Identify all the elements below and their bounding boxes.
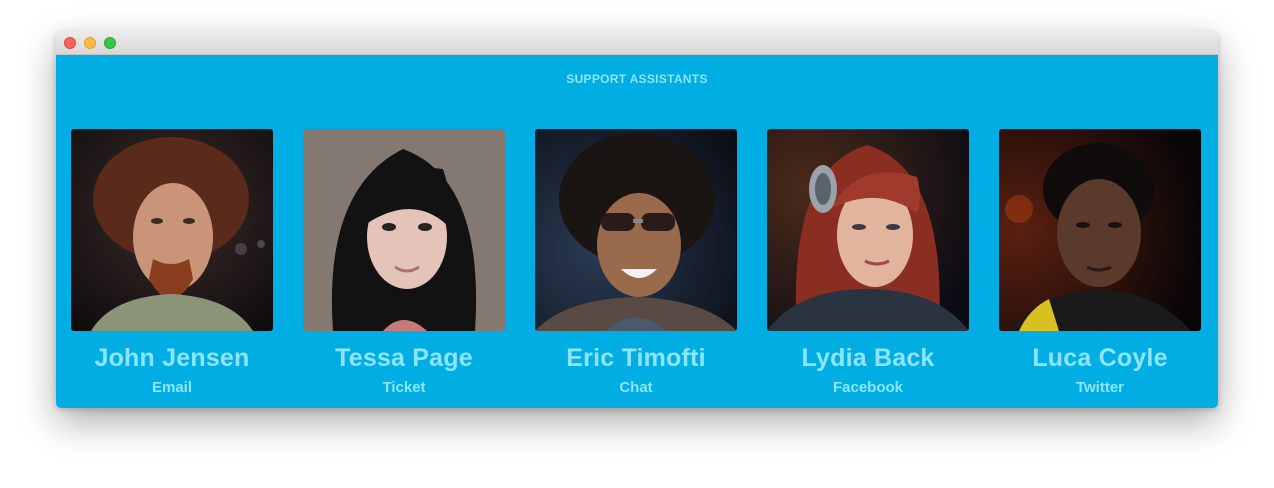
section-title: SUPPORT ASSISTANTS xyxy=(566,72,708,86)
close-icon[interactable] xyxy=(64,37,76,49)
assistant-photo xyxy=(303,129,505,331)
maximize-icon[interactable] xyxy=(104,37,116,49)
assistant-channel: Facebook xyxy=(832,379,904,396)
assistant-photo xyxy=(71,129,273,331)
assistant-photo xyxy=(999,129,1201,331)
minimize-icon[interactable] xyxy=(84,37,96,49)
assistant-name: Lydia Back xyxy=(801,344,935,372)
assistant-channel: Ticket xyxy=(382,379,426,396)
assistant-name: John Jensen xyxy=(94,344,250,372)
title-bar xyxy=(56,31,1218,55)
assistant-card[interactable]: Luca Coyle Twitter xyxy=(999,129,1201,396)
assistant-channel: Chat xyxy=(619,379,653,396)
assistant-photo xyxy=(535,129,737,331)
assistant-name: Luca Coyle xyxy=(1032,344,1168,372)
assistant-name: Tessa Page xyxy=(335,344,473,372)
assistant-card[interactable]: John Jensen Email xyxy=(71,129,273,396)
assistant-card[interactable]: Tessa Page Ticket xyxy=(303,129,505,396)
assistant-card[interactable]: Eric Timofti Chat xyxy=(535,129,737,396)
assistant-channel: Twitter xyxy=(1075,379,1125,396)
assistant-name: Eric Timofti xyxy=(566,344,706,372)
app-window: SUPPORT ASSISTANTS John Jensen Email Tes… xyxy=(56,31,1218,408)
assistant-channel: Email xyxy=(151,379,193,396)
assistant-card[interactable]: Lydia Back Facebook xyxy=(767,129,969,396)
support-assistants-section: SUPPORT ASSISTANTS John Jensen Email Tes… xyxy=(56,55,1218,408)
assistant-photo xyxy=(767,129,969,331)
